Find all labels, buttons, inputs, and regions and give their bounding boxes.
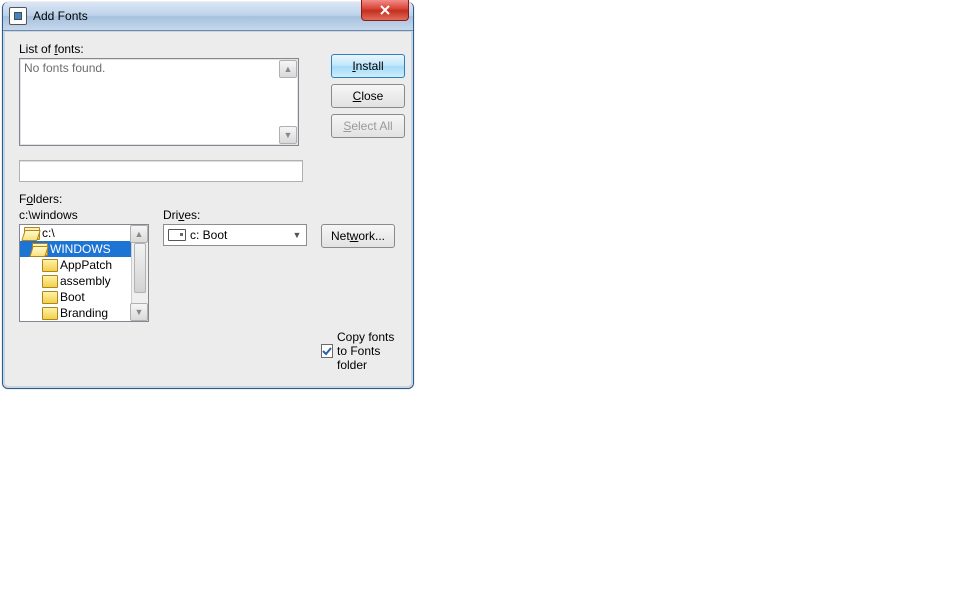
folder-item[interactable]: Branding [20, 305, 148, 321]
folder-icon [42, 307, 58, 320]
close-window-button[interactable] [361, 0, 409, 21]
current-path: c:\windows [19, 208, 149, 222]
folders-label: Folders: [19, 192, 397, 206]
folder-label: Branding [60, 306, 108, 320]
folder-icon [42, 291, 58, 304]
folder-label: c:\ [42, 226, 55, 240]
fonts-empty-text: No fonts found. [24, 61, 105, 75]
folders-tree[interactable]: c:\ WINDOWS AppPatch assembly Boot Branding ▲… [19, 224, 149, 322]
font-path-display [19, 160, 303, 182]
tree-scroll-up[interactable]: ▲ [130, 225, 148, 243]
folder-item[interactable]: Boot [20, 289, 148, 305]
network-button[interactable]: Network... [321, 224, 395, 248]
folder-icon [24, 227, 40, 240]
tree-scroll-thumb[interactable] [134, 243, 146, 293]
folder-item[interactable]: WINDOWS [20, 241, 148, 257]
add-fonts-dialog: Add Fonts List of fonts: No fonts found.… [2, 2, 414, 389]
folder-icon [42, 259, 58, 272]
folder-item[interactable]: AppPatch [20, 257, 148, 273]
copy-fonts-label: Copy fonts to Fonts folder [337, 330, 397, 372]
folder-label: Boot [60, 290, 85, 304]
drives-label: Drives: [163, 208, 307, 222]
drives-selected: c: Boot [190, 228, 227, 242]
folder-item[interactable]: assembly [20, 273, 148, 289]
select-all-button[interactable]: Select All [331, 114, 405, 138]
titlebar[interactable]: Add Fonts [3, 2, 413, 31]
client-area: List of fonts: No fonts found. ▲ ▼ Insta… [3, 31, 413, 388]
close-icon [379, 4, 391, 16]
drive-icon [168, 229, 186, 241]
folder-icon [42, 275, 58, 288]
copy-fonts-checkbox[interactable] [321, 344, 333, 358]
folder-item[interactable]: c:\ [20, 225, 148, 241]
scroll-up-button[interactable]: ▲ [279, 60, 297, 78]
fonts-listbox[interactable]: No fonts found. ▲ ▼ [19, 58, 299, 146]
check-icon [322, 346, 332, 356]
tree-scrollbar[interactable]: ▲ ▼ [131, 225, 148, 321]
close-button[interactable]: Close [331, 84, 405, 108]
drives-combobox[interactable]: c: Boot ▼ [163, 224, 307, 246]
folder-label: AppPatch [60, 258, 112, 272]
chevron-down-icon: ▼ [290, 227, 304, 243]
scroll-down-button[interactable]: ▼ [279, 126, 297, 144]
install-button[interactable]: Install [331, 54, 405, 78]
folder-label: WINDOWS [50, 242, 111, 256]
folder-label: assembly [60, 274, 111, 288]
tree-scroll-down[interactable]: ▼ [130, 303, 148, 321]
window-title: Add Fonts [33, 9, 88, 23]
app-icon [9, 7, 27, 25]
folder-icon [32, 243, 48, 256]
list-of-fonts-label: List of fonts: [19, 42, 303, 56]
